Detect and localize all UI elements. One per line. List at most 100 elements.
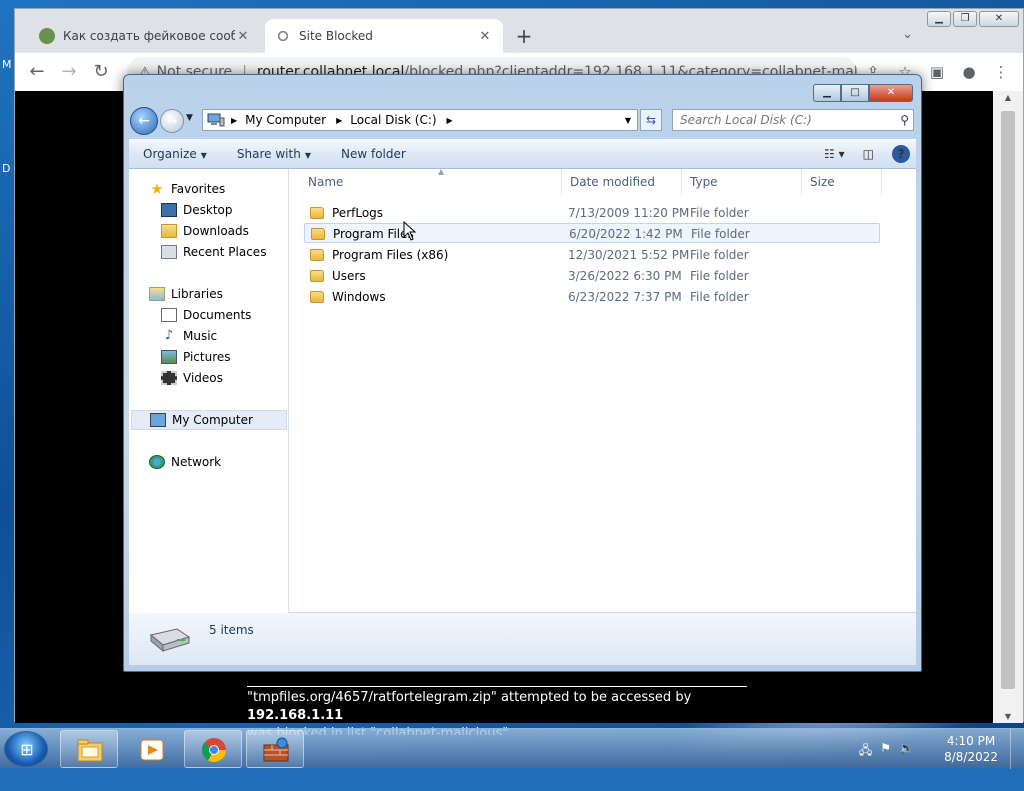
command-bar: Organize ▼ Share with ▼ New folder ☷ ▾ ◫ ? bbox=[129, 139, 916, 169]
close-button[interactable]: ✕ bbox=[979, 11, 1019, 27]
nav-label: Desktop bbox=[183, 203, 233, 217]
tab-site-blocked[interactable]: Site Blocked ✕ bbox=[265, 19, 503, 53]
close-button[interactable]: ✕ bbox=[869, 84, 913, 102]
column-header-name[interactable]: Name ▲ bbox=[300, 167, 562, 195]
mouse-cursor-icon bbox=[403, 221, 417, 241]
folder-icon bbox=[310, 291, 324, 303]
nav-label: Recent Places bbox=[183, 245, 267, 259]
taskbar: ⊞ 🖧 ⚑ 🔈 4:10 PM 8/8/2022 bbox=[0, 728, 1024, 769]
nav-documents[interactable]: Documents bbox=[161, 305, 251, 325]
search-placeholder: Search Local Disk (C:) bbox=[680, 113, 812, 127]
maximize-button[interactable]: ❐ bbox=[953, 11, 977, 27]
breadcrumb-separator-icon[interactable]: ▶ bbox=[447, 116, 453, 125]
new-tab-button[interactable]: + bbox=[512, 25, 536, 49]
computer-icon bbox=[150, 413, 166, 427]
nav-libraries[interactable]: Libraries bbox=[149, 284, 223, 304]
nav-recent-places[interactable]: Recent Places bbox=[161, 242, 266, 262]
reload-icon[interactable]: ↻ bbox=[85, 56, 117, 88]
tab-title: Site Blocked bbox=[299, 29, 373, 43]
taskbar-media-player-button[interactable] bbox=[122, 730, 180, 768]
preview-pane-icon[interactable]: ◫ bbox=[863, 147, 874, 161]
back-arrow-icon[interactable]: ← bbox=[21, 56, 53, 88]
maximize-button[interactable]: □ bbox=[841, 84, 869, 102]
nav-desktop[interactable]: Desktop bbox=[161, 200, 233, 220]
search-icon[interactable]: ⚲ bbox=[900, 110, 909, 130]
minimize-button[interactable]: ▁ bbox=[813, 84, 841, 102]
explorer-address-bar[interactable]: ▶ My Computer ▶ Local Disk (C:) ▶ ▼ bbox=[202, 109, 638, 131]
breadcrumb-separator-icon[interactable]: ▶ bbox=[231, 116, 237, 125]
nav-music[interactable]: ♪ Music bbox=[161, 326, 217, 346]
network-icon bbox=[149, 455, 165, 469]
close-tab-icon[interactable]: ✕ bbox=[477, 29, 493, 44]
nav-network[interactable]: Network bbox=[149, 452, 221, 472]
taskbar-chrome-button[interactable] bbox=[184, 730, 242, 768]
table-row[interactable]: PerfLogs 7/13/2009 11:20 PM File folder bbox=[304, 203, 880, 223]
nav-videos[interactable]: Videos bbox=[161, 368, 223, 388]
page-scrollbar[interactable]: ▲ ▼ bbox=[993, 91, 1023, 723]
volume-icon[interactable]: 🔈 bbox=[899, 741, 914, 762]
file-name: PerfLogs bbox=[332, 206, 384, 220]
share-with-button[interactable]: Share with ▼ bbox=[237, 147, 311, 161]
nav-label: Documents bbox=[183, 308, 252, 322]
downloads-folder-icon bbox=[161, 224, 177, 238]
network-tray-icon[interactable]: 🖧 bbox=[859, 741, 872, 762]
share-with-label: Share with bbox=[236, 147, 301, 161]
file-name: Program Files bbox=[333, 227, 414, 241]
nav-my-computer[interactable]: My Computer bbox=[131, 410, 287, 430]
table-row[interactable]: Program Files 6/20/2022 1:42 PM File fol… bbox=[304, 223, 880, 243]
minimize-button[interactable]: ▁ bbox=[927, 11, 951, 27]
clock[interactable]: 4:10 PM 8/8/2022 bbox=[944, 733, 998, 765]
change-view-icon[interactable]: ☷ ▾ bbox=[824, 147, 845, 161]
recent-places-icon bbox=[161, 245, 177, 259]
nav-pictures[interactable]: Pictures bbox=[161, 347, 231, 367]
sort-ascending-icon: ▲ bbox=[438, 167, 445, 176]
breadcrumb-separator-icon[interactable]: ▶ bbox=[336, 116, 342, 125]
profile-avatar-icon[interactable]: ● bbox=[953, 63, 985, 81]
close-tab-icon[interactable]: ✕ bbox=[235, 29, 251, 44]
nav-favorites[interactable]: ★ Favorites bbox=[149, 179, 225, 199]
organize-label: Organize bbox=[143, 147, 197, 161]
folder-icon bbox=[77, 739, 103, 762]
action-center-icon[interactable]: ⚑ bbox=[880, 741, 891, 762]
breadcrumb-my-computer[interactable]: My Computer bbox=[245, 113, 326, 127]
tab-search-chevron-icon[interactable]: ⌄ bbox=[902, 27, 913, 42]
window-controls: ▁ ❐ ✕ bbox=[927, 11, 1019, 27]
tab-fake-message[interactable]: Как создать фейковое сообщен ✕ bbox=[29, 19, 261, 53]
nav-label: Libraries bbox=[171, 287, 223, 301]
refresh-icon[interactable]: ⇆ bbox=[640, 109, 662, 131]
organize-button[interactable]: Organize ▼ bbox=[143, 147, 207, 161]
show-desktop-button[interactable] bbox=[1010, 729, 1024, 769]
address-dropdown-icon[interactable]: ▼ bbox=[625, 116, 631, 125]
table-row[interactable]: Users 3/26/2022 6:30 PM File folder bbox=[304, 266, 880, 286]
file-date: 12/30/2021 5:52 PM bbox=[568, 248, 690, 262]
chrome-icon bbox=[201, 738, 226, 763]
nav-label: Network bbox=[171, 455, 222, 469]
folder-icon bbox=[310, 270, 324, 282]
back-arrow-icon[interactable]: ← bbox=[130, 107, 158, 135]
column-header-date[interactable]: Date modified bbox=[562, 169, 682, 195]
nav-downloads[interactable]: Downloads bbox=[161, 221, 249, 241]
scrollbar-thumb[interactable] bbox=[1001, 111, 1015, 689]
breadcrumb-local-disk[interactable]: Local Disk (C:) bbox=[350, 113, 436, 127]
new-folder-button[interactable]: New folder bbox=[341, 147, 406, 161]
history-dropdown-icon[interactable]: ▼ bbox=[186, 113, 193, 123]
nav-label: Pictures bbox=[183, 350, 231, 364]
column-header-size[interactable]: Size bbox=[802, 169, 882, 195]
forward-arrow-icon[interactable]: → bbox=[53, 56, 85, 88]
side-panel-icon[interactable]: ▣ bbox=[921, 63, 953, 81]
scroll-down-icon[interactable]: ▼ bbox=[993, 712, 1023, 721]
taskbar-firewall-button[interactable] bbox=[246, 730, 304, 768]
menu-kebab-icon[interactable]: ⋮ bbox=[985, 63, 1017, 81]
table-row[interactable]: Windows 6/23/2022 7:37 PM File folder bbox=[304, 287, 880, 307]
forward-arrow-icon[interactable]: → bbox=[160, 109, 184, 133]
file-type: File folder bbox=[690, 248, 749, 262]
help-icon[interactable]: ? bbox=[892, 145, 910, 163]
table-row[interactable]: Program Files (x86) 12/30/2021 5:52 PM F… bbox=[304, 245, 880, 265]
clock-date: 8/8/2022 bbox=[944, 750, 998, 764]
scroll-up-icon[interactable]: ▲ bbox=[993, 93, 1023, 102]
search-input[interactable]: Search Local Disk (C:) ⚲ bbox=[672, 109, 914, 131]
start-button[interactable]: ⊞ bbox=[4, 731, 48, 767]
taskbar-explorer-button[interactable] bbox=[60, 730, 118, 768]
column-header-type[interactable]: Type bbox=[682, 169, 802, 195]
clock-time: 4:10 PM bbox=[946, 734, 996, 748]
